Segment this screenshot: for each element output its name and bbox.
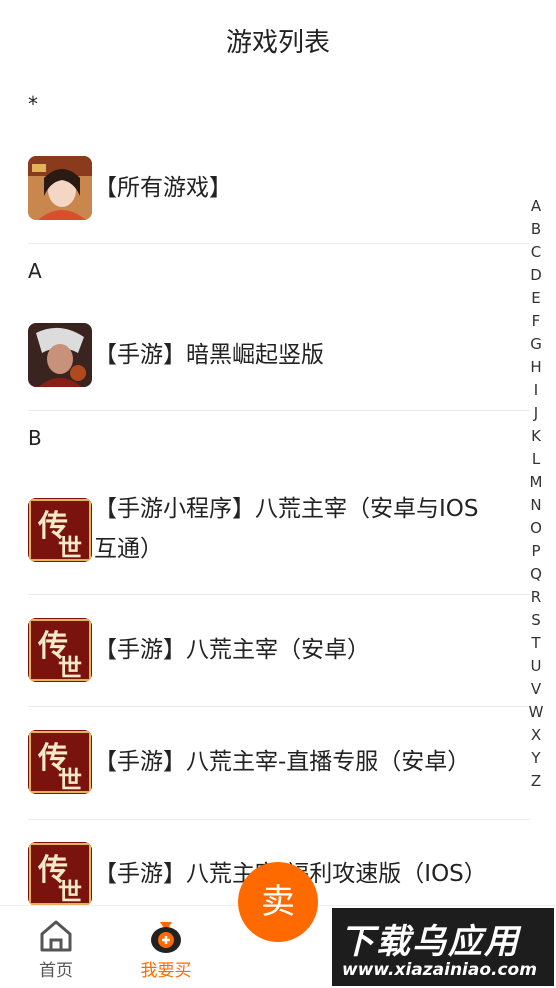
game-thumbnail [28,323,92,387]
index-letter-n[interactable]: N [524,494,548,517]
index-letter-r[interactable]: R [524,586,548,609]
divider [28,410,530,411]
index-letter-s[interactable]: S [524,609,548,632]
section-header-a: A [28,259,42,283]
index-letter-v[interactable]: V [524,678,548,701]
index-letter-m[interactable]: M [524,471,548,494]
index-letter-p[interactable]: P [524,540,548,563]
index-letter-y[interactable]: Y [524,747,548,770]
game-name: 【手游】八荒主宰-直播专服（安卓） [94,749,471,775]
index-letter-l[interactable]: L [524,448,548,471]
divider [28,706,530,707]
home-icon [38,918,74,954]
tab-buy-label: 我要买 [140,961,192,981]
index-letter-f[interactable]: F [524,310,548,333]
watermark-logo: 下载乌应用 www.xiazainiao.com [332,908,554,986]
tab-buy[interactable]: 我要买 [126,918,206,981]
page-title: 游戏列表 [225,28,330,58]
index-letter-c[interactable]: C [524,241,548,264]
svg-text:世: 世 [58,654,82,682]
game-name: 【所有游戏】 [94,175,232,201]
index-letter-q[interactable]: Q [524,563,548,586]
svg-text:世: 世 [58,534,82,562]
svg-text:世: 世 [58,878,82,906]
game-thumbnail: 传 世 [28,498,92,562]
index-letter-k[interactable]: K [524,425,548,448]
index-letter-d[interactable]: D [524,264,548,287]
game-thumbnail: 传 世 [28,618,92,682]
game-thumbnail [28,156,92,220]
game-name: 【手游】暗黑崛起竖版 [94,342,324,368]
index-letter-t[interactable]: T [524,632,548,655]
index-letter-i[interactable]: I [524,379,548,402]
svg-text:世: 世 [58,766,82,794]
watermark-url: www.xiazainiao.com [342,960,537,980]
index-letter-u[interactable]: U [524,655,548,678]
game-name-line2: 互通） [94,536,163,562]
index-letter-z[interactable]: Z [524,770,548,793]
game-name: 【手游】八荒主宰（安卓） [94,637,370,663]
divider [28,594,530,595]
section-header-b: B [28,426,42,450]
game-thumbnail: 传 世 [28,730,92,794]
divider [28,243,530,244]
divider [28,819,530,820]
game-name-line1: 【手游小程序】八荒主宰（安卓与IOS [94,496,479,522]
index-letter-b[interactable]: B [524,218,548,241]
index-letter-e[interactable]: E [524,287,548,310]
game-thumbnail: 传 世 [28,842,92,906]
index-letter-h[interactable]: H [524,356,548,379]
page-header: 游戏列表 [0,0,556,80]
section-header-star: * [28,92,38,116]
index-letter-o[interactable]: O [524,517,548,540]
index-letter-a[interactable]: A [524,195,548,218]
alphabet-index[interactable]: ABCDEFGHIJKLMNOPQRSTUVWXYZ [524,195,548,793]
index-letter-j[interactable]: J [524,402,548,425]
money-bag-icon [148,918,184,954]
watermark-title: 下载乌应用 [340,922,520,962]
index-letter-g[interactable]: G [524,333,548,356]
tab-home-label: 首页 [39,961,73,981]
index-letter-w[interactable]: W [524,701,548,724]
sell-button[interactable]: 卖 [238,862,318,942]
tab-home[interactable]: 首页 [16,918,96,981]
index-letter-x[interactable]: X [524,724,548,747]
